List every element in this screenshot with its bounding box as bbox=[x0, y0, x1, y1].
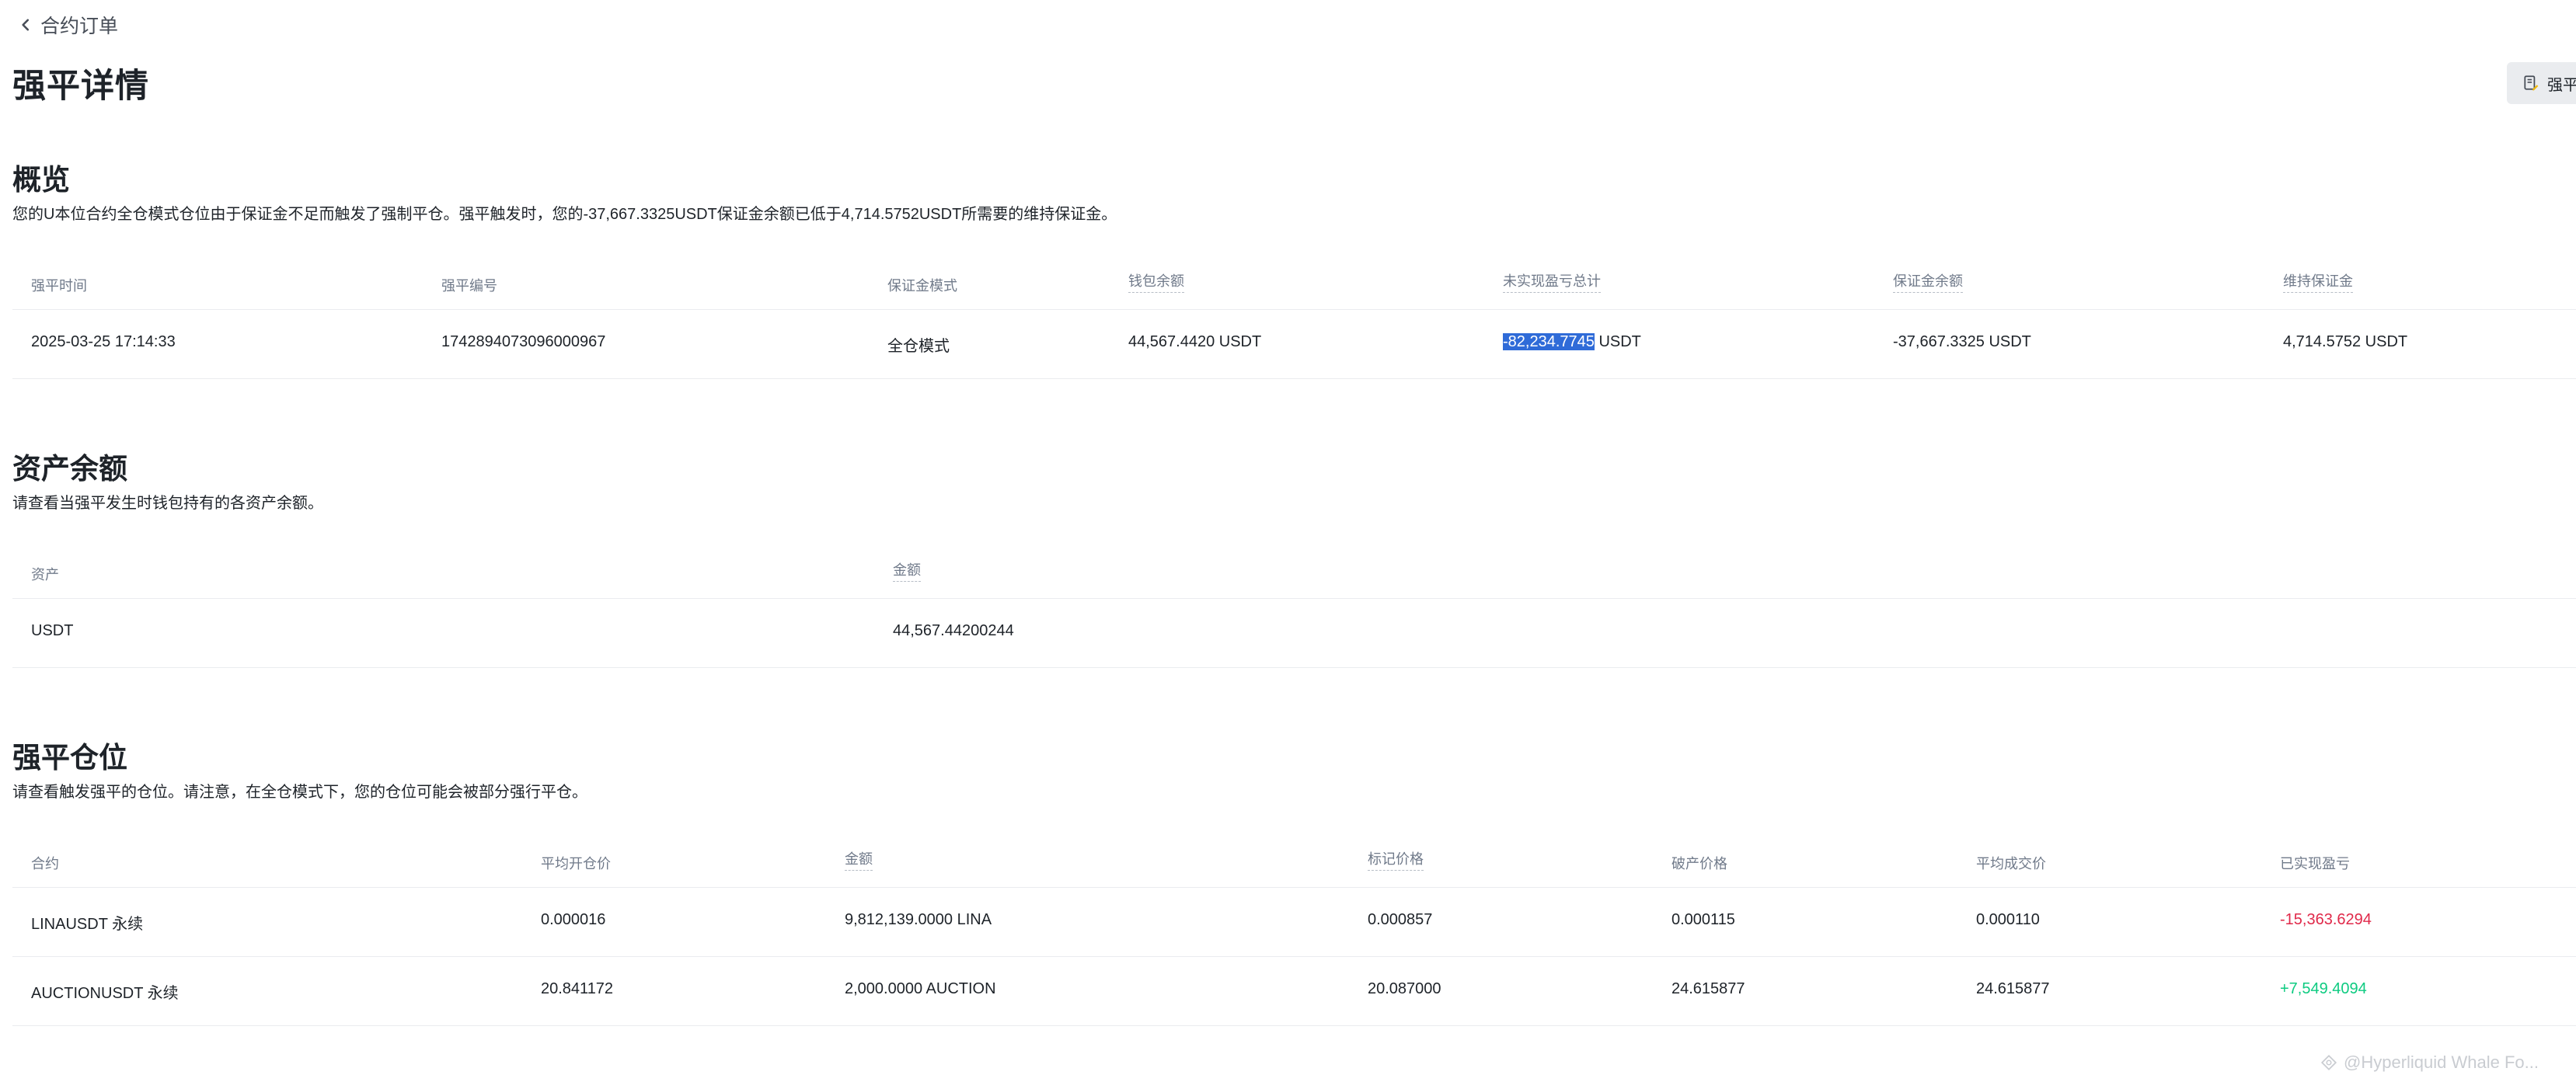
document-edit-icon bbox=[2524, 75, 2539, 91]
column-header-position-amount[interactable]: 金额 bbox=[845, 848, 873, 871]
realized-pnl: +7,549.4094 bbox=[2280, 980, 2367, 997]
chevron-left-icon bbox=[22, 19, 30, 31]
column-header-bankruptcy-price: 破产价格 bbox=[1671, 856, 1727, 872]
watermark: @Hyperliquid Whale Fo... bbox=[2320, 1052, 2539, 1073]
table-row: LINAUSDT 永续 0.000016 9,812,139.0000 LINA… bbox=[12, 888, 2576, 957]
overview-table-header: 强平时间 强平编号 保证金模式 钱包余额 未实现盈亏总计 保证金余额 维持保证金 bbox=[12, 255, 2576, 310]
asset-balance-section: 资产余额 请查看当强平发生时钱包持有的各资产余额。 资产 金额 USDT 44,… bbox=[12, 451, 2576, 668]
watermark-text: @Hyperliquid Whale Fo... bbox=[2344, 1052, 2539, 1072]
contract-name: AUCTIONUSDT 永续 bbox=[31, 985, 179, 1002]
liquidated-positions-table: 合约 平均开仓价 金额 标记价格 破产价格 平均成交价 已实现盈亏 LINAUS… bbox=[12, 833, 2576, 1026]
unrealized-pnl-selected-value: -82,234.7745 bbox=[1503, 333, 1595, 350]
unrealized-pnl-unit: USDT bbox=[1594, 333, 1641, 350]
asset-amount: 44,567.44200244 bbox=[893, 622, 1014, 639]
overview-section: 概览 您的U本位合约全仓模式仓位由于保证金不足而触发了强制平仓。强平触发时，您的… bbox=[12, 162, 2576, 379]
column-header-margin-balance[interactable]: 保证金余额 bbox=[1893, 270, 1963, 293]
mark-price: 20.087000 bbox=[1368, 980, 1441, 997]
bankruptcy-price: 0.000115 bbox=[1671, 911, 1735, 928]
liquidated-positions-description: 请查看触发强平的仓位。请注意，在全仓模式下，您的仓位可能会被部分强行平仓。 bbox=[12, 784, 587, 801]
overview-description: 您的U本位合约全仓模式仓位由于保证金不足而触发了强制平仓。强平触发时，您的-37… bbox=[12, 206, 1117, 223]
position-amount: 9,812,139.0000 LINA bbox=[845, 911, 992, 928]
column-header-maintenance-margin[interactable]: 维持保证金 bbox=[2283, 270, 2353, 293]
column-header-liquidation-id: 强平编号 bbox=[441, 278, 497, 294]
maintenance-margin: 4,714.5752 USDT bbox=[2283, 333, 2408, 350]
avg-fill-price: 24.615877 bbox=[1976, 980, 2050, 997]
table-row: 2025-03-25 17:14:33 1742894073096000967 … bbox=[12, 310, 2576, 379]
overview-title: 概览 bbox=[12, 164, 70, 196]
column-header-liquidation-time: 强平时间 bbox=[31, 278, 87, 294]
mark-price: 0.000857 bbox=[1368, 911, 1433, 928]
liquidation-report-button[interactable]: 强平 bbox=[2507, 62, 2576, 104]
column-header-amount[interactable]: 金额 bbox=[893, 559, 921, 582]
asset-balance-table-header: 资产 金额 bbox=[12, 544, 2576, 599]
table-row: AUCTIONUSDT 永续 20.841172 2,000.0000 AUCT… bbox=[12, 957, 2576, 1026]
back-link-label[interactable]: 合约订单 bbox=[40, 11, 118, 39]
back-link[interactable]: 合约订单 bbox=[19, 11, 118, 39]
asset-balance-table: 资产 金额 USDT 44,567.44200244 bbox=[12, 544, 2576, 668]
column-header-mark-price[interactable]: 标记价格 bbox=[1368, 848, 1424, 871]
avg-fill-price: 0.000110 bbox=[1976, 911, 2040, 928]
liquidation-time: 2025-03-25 17:14:33 bbox=[31, 333, 176, 350]
asset-name: USDT bbox=[31, 622, 74, 639]
column-header-margin-mode: 保证金模式 bbox=[887, 278, 957, 294]
column-header-realized-pnl: 已实现盈亏 bbox=[2280, 856, 2350, 872]
column-header-avg-open-price: 平均开仓价 bbox=[541, 856, 611, 872]
watermark-icon bbox=[2320, 1054, 2337, 1071]
margin-balance: -37,667.3325 USDT bbox=[1893, 333, 2031, 350]
column-header-unrealized-pnl[interactable]: 未实现盈亏总计 bbox=[1503, 270, 1601, 293]
realized-pnl: -15,363.6294 bbox=[2280, 911, 2372, 928]
avg-open-price: 0.000016 bbox=[541, 911, 606, 928]
table-row: USDT 44,567.44200244 bbox=[12, 599, 2576, 668]
unrealized-pnl: -82,234.7745 USDT bbox=[1503, 333, 1641, 351]
liquidation-id: 1742894073096000967 bbox=[441, 333, 606, 350]
column-header-avg-fill-price: 平均成交价 bbox=[1976, 856, 2046, 872]
column-header-wallet-balance[interactable]: 钱包余额 bbox=[1128, 270, 1184, 293]
avg-open-price: 20.841172 bbox=[541, 980, 614, 997]
column-header-asset: 资产 bbox=[31, 567, 59, 583]
bankruptcy-price: 24.615877 bbox=[1671, 980, 1745, 997]
liquidated-positions-section: 强平仓位 请查看触发强平的仓位。请注意，在全仓模式下，您的仓位可能会被部分强行平… bbox=[12, 739, 2576, 1026]
column-header-contract: 合约 bbox=[31, 856, 59, 872]
asset-balance-description: 请查看当强平发生时钱包持有的各资产余额。 bbox=[12, 495, 323, 512]
liquidated-positions-table-header: 合约 平均开仓价 金额 标记价格 破产价格 平均成交价 已实现盈亏 bbox=[12, 833, 2576, 888]
asset-balance-title: 资产余额 bbox=[12, 453, 127, 485]
contract-name: LINAUSDT 永续 bbox=[31, 916, 144, 933]
page-title: 强平详情 bbox=[12, 68, 149, 105]
overview-table: 强平时间 强平编号 保证金模式 钱包余额 未实现盈亏总计 保证金余额 维持保证金… bbox=[12, 255, 2576, 379]
liquidation-report-button-label[interactable]: 强平 bbox=[2547, 72, 2576, 95]
liquidated-positions-title: 强平仓位 bbox=[12, 742, 127, 774]
margin-mode: 全仓模式 bbox=[887, 338, 950, 355]
position-amount: 2,000.0000 AUCTION bbox=[845, 980, 996, 997]
wallet-balance: 44,567.4420 USDT bbox=[1128, 333, 1262, 350]
